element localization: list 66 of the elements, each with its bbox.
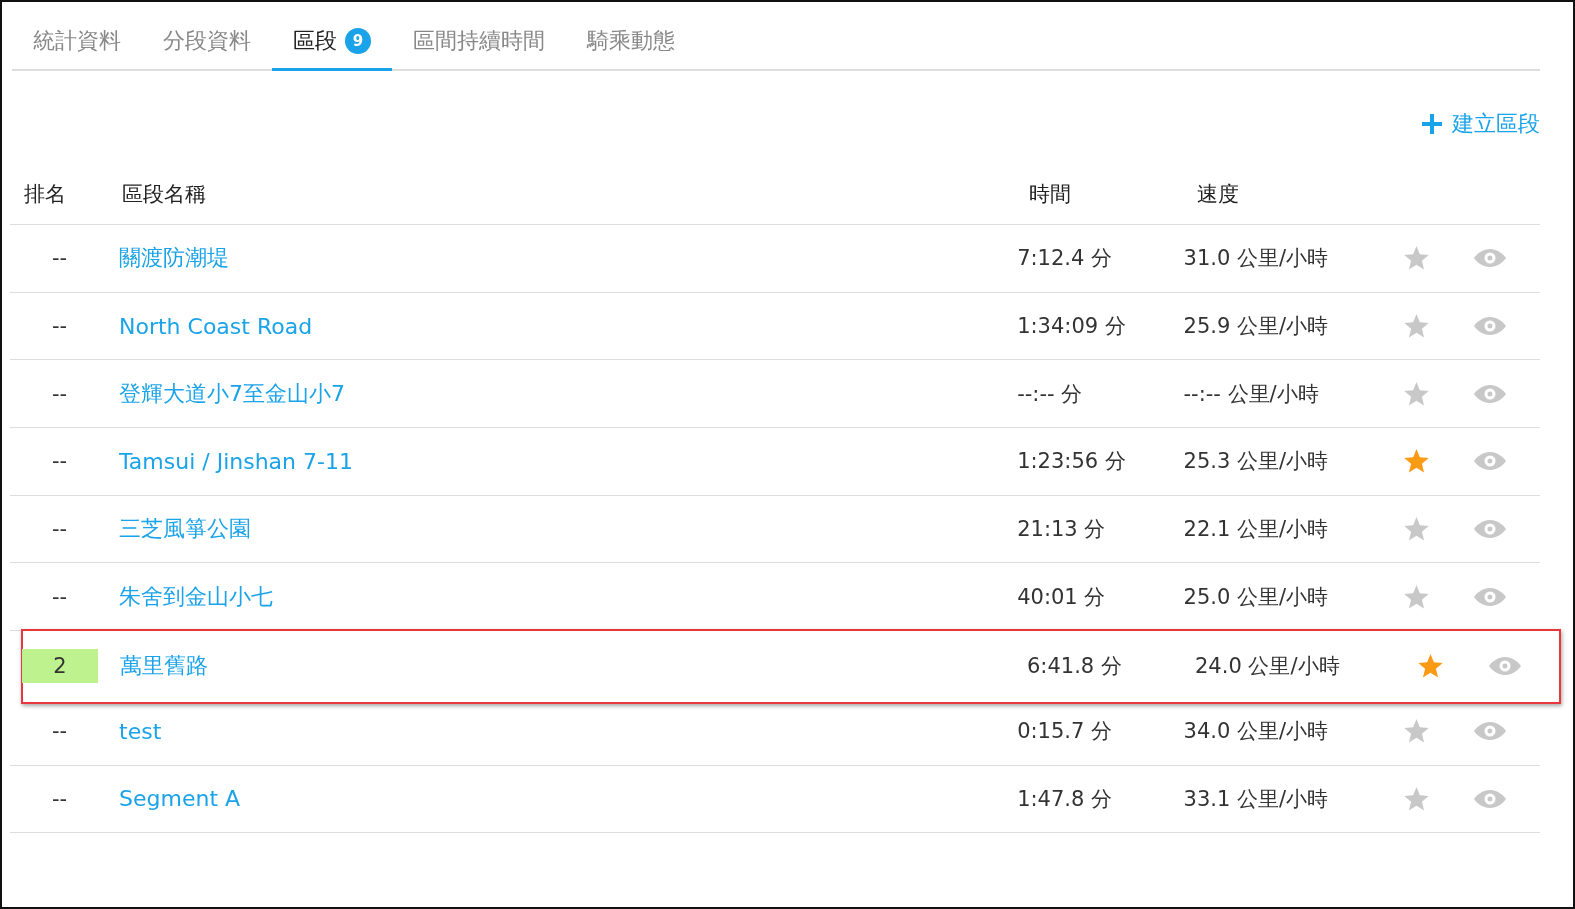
segment-link[interactable]: 朱舍到金山小七: [119, 583, 273, 609]
segment-link[interactable]: Tamsui / Jinshan 7-11: [119, 448, 353, 474]
speed-cell: 22.1 公里/小時: [1183, 517, 1329, 542]
time-cell: 1:47.8 分: [1017, 786, 1113, 811]
star-icon[interactable]: [1402, 583, 1430, 610]
rank-cell-text: --: [50, 380, 69, 408]
count-badge: 9: [345, 28, 371, 54]
segment-link[interactable]: 三芝風箏公園: [119, 516, 251, 542]
speed-cell: --:-- 公里/小時: [1183, 381, 1319, 406]
plus-icon: [1422, 114, 1442, 134]
create-segment-button[interactable]: 建立區段: [1422, 109, 1540, 139]
speed-cell: 25.9 公里/小時: [1183, 314, 1329, 339]
time-cell: 1:34:09 分: [1017, 314, 1126, 339]
tab[interactable]: 統計資料: [12, 20, 142, 71]
segment-link[interactable]: North Coast Road: [119, 313, 313, 339]
rank-cell-text: --: [50, 245, 69, 273]
eye-icon[interactable]: [1474, 587, 1507, 606]
eye-icon[interactable]: [1474, 384, 1507, 403]
rank-cell-text: --: [50, 516, 69, 544]
eye-icon[interactable]: [1474, 452, 1507, 471]
column-header: 速度: [1197, 180, 1240, 208]
segment-link[interactable]: 萬里舊路: [120, 653, 208, 679]
time-cell: --:-- 分: [1017, 381, 1083, 406]
segment-link[interactable]: 關渡防潮堤: [119, 245, 229, 271]
time-cell: 21:13 分: [1017, 517, 1106, 542]
speed-cell: 33.1 公里/小時: [1183, 786, 1329, 811]
rank-cell-text: --: [50, 583, 69, 611]
star-icon[interactable]: [1402, 718, 1430, 745]
column-header: 區段名稱: [121, 180, 207, 208]
eye-icon[interactable]: [1474, 789, 1507, 808]
star-icon[interactable]: [1402, 785, 1430, 812]
time-cell: 0:15.7 分: [1017, 719, 1113, 744]
time-cell: 1:23:56 分: [1017, 449, 1126, 474]
column-header: 排名: [23, 180, 67, 208]
time-cell: 6:41.8 分: [1027, 654, 1122, 679]
rank-cell-text: --: [50, 785, 69, 813]
speed-cell: 25.0 公里/小時: [1183, 584, 1329, 609]
rank-cell-text: --: [50, 448, 69, 476]
speed-cell: 31.0 公里/小時: [1183, 246, 1329, 271]
column-header: 時間: [1029, 180, 1072, 208]
time-cell: 40:01 分: [1017, 584, 1106, 609]
segment-link[interactable]: Segment A: [119, 786, 241, 812]
star-icon[interactable]: [1402, 245, 1430, 272]
rank-cell-text: --: [50, 718, 69, 746]
segment-link[interactable]: test: [119, 718, 162, 744]
eye-icon[interactable]: [1474, 722, 1507, 741]
tab[interactable]: 分段資料: [142, 20, 272, 71]
eye-icon[interactable]: [1489, 657, 1521, 676]
speed-cell: 24.0 公里/小時: [1195, 654, 1340, 679]
star-icon[interactable]: [1402, 380, 1430, 407]
star-icon[interactable]: [1402, 313, 1430, 340]
tab[interactable]: 區間持續時間: [392, 20, 566, 71]
star-icon[interactable]: [1402, 516, 1430, 543]
speed-cell: 34.0 公里/小時: [1183, 719, 1329, 744]
eye-icon[interactable]: [1474, 249, 1507, 268]
rank-cell-text: --: [50, 313, 69, 341]
eye-icon[interactable]: [1474, 317, 1507, 336]
tab[interactable]: 騎乘動態: [566, 20, 696, 71]
time-cell: 7:12.4 分: [1017, 246, 1113, 271]
segment-link[interactable]: 登輝大道小7至金山小7: [119, 380, 345, 406]
rank-cell: 2: [22, 649, 98, 684]
tab[interactable]: 區段 9: [272, 20, 392, 71]
star-icon[interactable]: [1402, 448, 1430, 475]
eye-icon[interactable]: [1474, 520, 1507, 539]
star-icon[interactable]: [1416, 653, 1444, 680]
speed-cell: 25.3 公里/小時: [1183, 449, 1329, 474]
